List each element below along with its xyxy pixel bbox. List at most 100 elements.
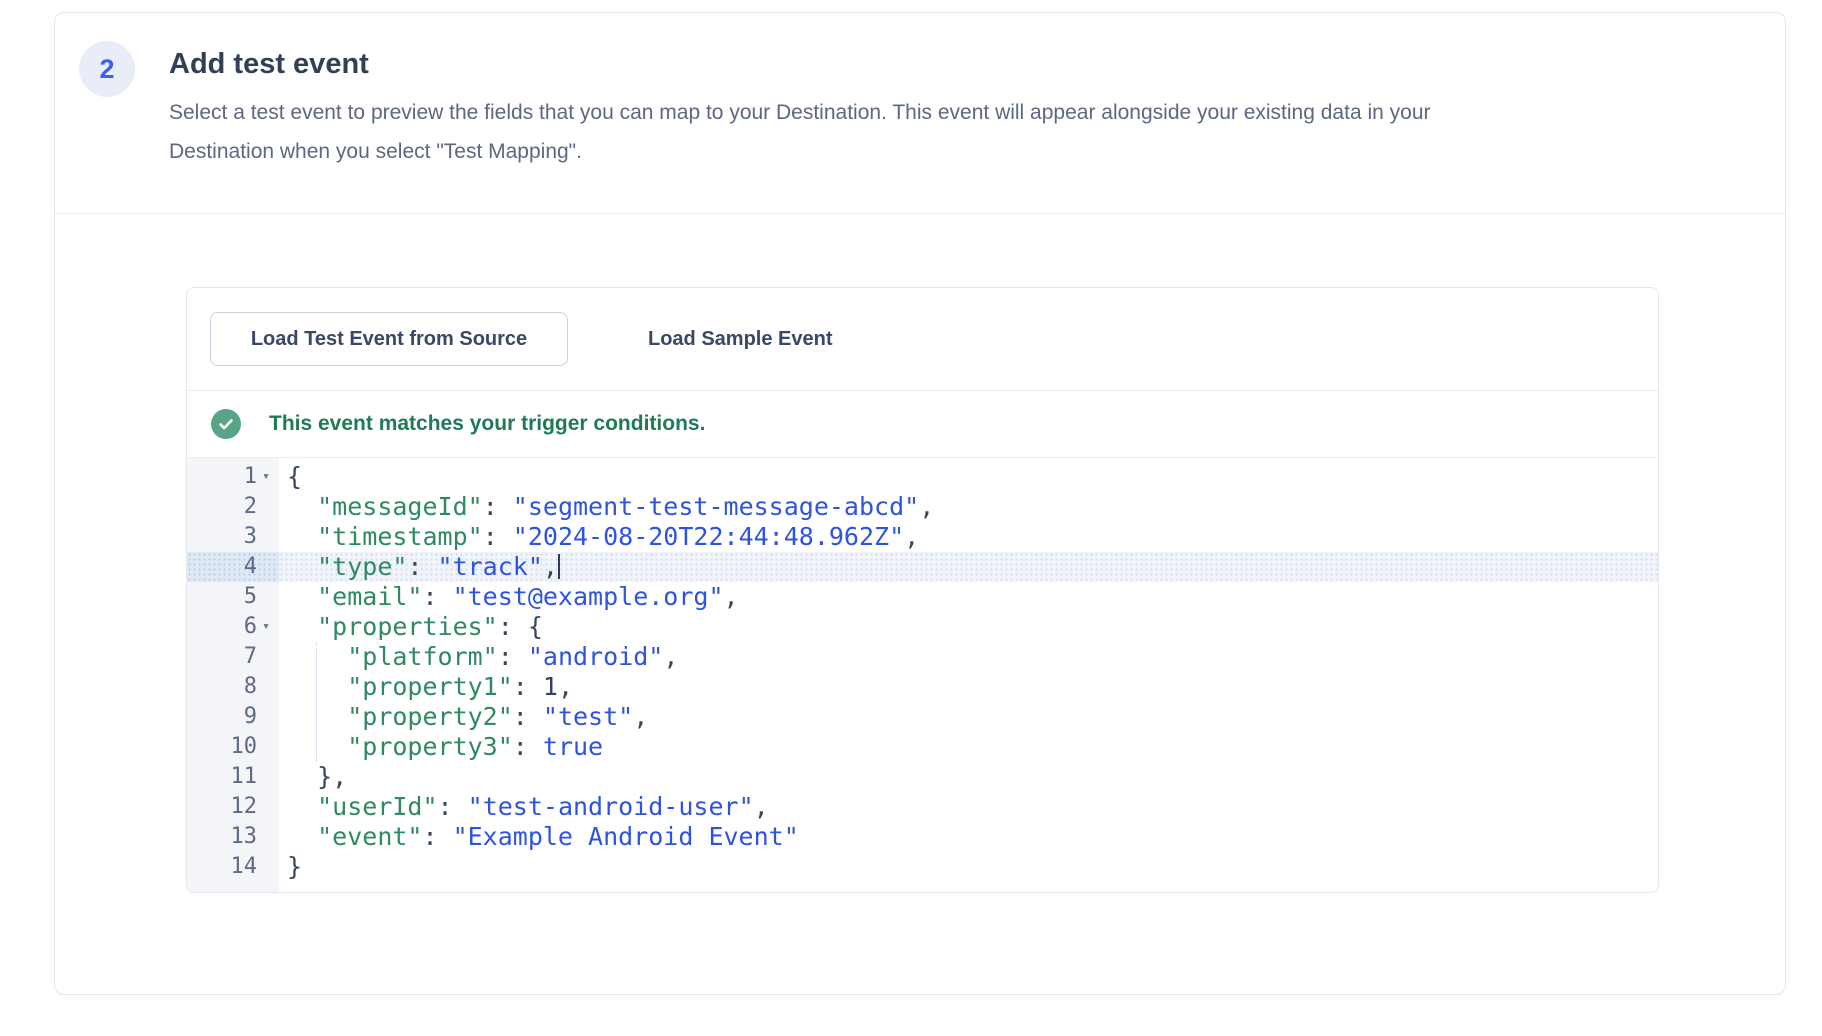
gutter-cell: 8 [187,672,279,702]
code-line-4: 4 "type": "track", [187,552,1658,582]
fold-caret-icon[interactable]: ▾ [257,612,275,642]
code-token: : [513,672,543,701]
code-line-content: "property3": true [279,732,1658,762]
code-line-content: "email": "test@example.org", [279,582,1658,612]
code-line-6: 6▾ "properties": { [187,612,1658,642]
code-line-7: 7 "platform": "android", [187,642,1658,672]
line-number: 12 [231,792,258,822]
code-token: "android" [528,642,663,671]
line-number: 14 [231,852,258,882]
code-line-content: "type": "track", [279,552,1658,582]
check-circle-icon [211,409,241,439]
code-line-12: 12 "userId": "test-android-user", [187,792,1658,822]
code-token [287,792,317,821]
code-line-content: "userId": "test-android-user", [279,792,1658,822]
code-token [316,702,347,731]
code-token: "email" [317,582,422,611]
line-number: 4 [244,552,257,582]
line-number: 6 [244,612,257,642]
code-line-content: { [279,462,1658,492]
code-line-10: 10 "property3": true [187,732,1658,762]
code-token: : [438,792,468,821]
code-token: "userId" [317,792,437,821]
code-token [287,582,317,611]
code-token: "property3" [347,732,513,761]
code-line-3: 3 "timestamp": "2024-08-20T22:44:48.962Z… [187,522,1658,552]
gutter-cell: 6▾ [187,612,279,642]
code-line-14: 14} [187,852,1658,882]
code-line-11: 11 }, [187,762,1658,792]
code-token: : [422,822,452,851]
trigger-match-status: This event matches your trigger conditio… [187,391,1658,457]
code-token: "Example Android Event" [453,822,799,851]
code-token: } [287,852,302,881]
code-token: "property1" [347,672,513,701]
line-number: 8 [244,672,257,702]
code-token: "event" [317,822,422,851]
gutter-cell: 1▾ [187,462,279,492]
test-event-panel: Load Test Event from Source Load Sample … [186,287,1659,893]
line-number: 13 [231,822,258,852]
code-token [287,732,317,761]
code-token: "messageId" [317,492,483,521]
code-line-5: 5 "email": "test@example.org", [187,582,1658,612]
line-number: 7 [244,642,257,672]
code-token [316,642,347,671]
code-line-13: 13 "event": "Example Android Event" [187,822,1658,852]
load-sample-event-button[interactable]: Load Sample Event [592,312,889,366]
code-line-content: "platform": "android", [279,642,1658,672]
code-token: , [633,702,648,731]
status-message: This event matches your trigger conditio… [269,412,705,436]
code-token [287,492,317,521]
code-line-content: "property1": 1, [279,672,1658,702]
step-description-line1: Select a test event to preview the field… [169,93,1431,132]
code-token: "2024-08-20T22:44:48.962Z" [513,522,904,551]
code-token: "type" [317,552,407,581]
code-token: "timestamp" [317,522,483,551]
code-line-1: 1▾ { [187,462,1658,492]
code-token: "platform" [347,642,498,671]
code-token: : [513,732,543,761]
text-cursor [558,554,560,579]
gutter-cell: 10 [187,732,279,762]
code-token: }, [287,762,347,791]
code-line-content: }, [279,762,1658,792]
load-test-event-button[interactable]: Load Test Event from Source [210,312,568,366]
add-test-event-card: 2 Add test event Select a test event to … [54,12,1786,995]
code-token: 1 [543,672,558,701]
gutter-cell: 14 [187,852,279,882]
gutter-cell: 13 [187,822,279,852]
code-line-content: "property2": "test", [279,702,1658,732]
code-line-content: "messageId": "segment-test-message-abcd"… [279,492,1658,522]
line-number: 1 [244,462,257,492]
code-editor[interactable]: 1▾{2 "messageId": "segment-test-message-… [187,457,1658,892]
step-header-text: Add test event Select a test event to pr… [169,41,1431,213]
code-token: "track" [438,552,543,581]
code-line-8: 8 "property1": 1, [187,672,1658,702]
gutter-cell: 5 [187,582,279,612]
gutter-cell: 3 [187,522,279,552]
gutter-cell: 12 [187,792,279,822]
code-token [287,642,317,671]
code-token [287,672,317,701]
gutter-cell: 7 [187,642,279,672]
line-number: 9 [244,702,257,732]
code-token: : [483,522,513,551]
fold-caret-icon[interactable]: ▾ [257,462,275,492]
code-token: "segment-test-message-abcd" [513,492,919,521]
code-token: : { [498,612,543,641]
step-body: Load Test Event from Source Load Sample … [55,214,1785,893]
code-token: , [543,552,558,581]
code-token: , [754,792,769,821]
step-number-badge: 2 [79,41,135,97]
code-line-2: 2 "messageId": "segment-test-message-abc… [187,492,1658,522]
page-title: Add test event [169,47,1431,81]
code-editor-lines: 1▾{2 "messageId": "segment-test-message-… [187,462,1658,882]
gutter-cell: 11 [187,762,279,792]
step-description: Select a test event to preview the field… [169,93,1431,171]
code-token: { [287,462,302,491]
step-header: 2 Add test event Select a test event to … [55,13,1785,214]
code-token [287,822,317,851]
code-token: "property2" [347,702,513,731]
code-line-content: "event": "Example Android Event" [279,822,1658,852]
